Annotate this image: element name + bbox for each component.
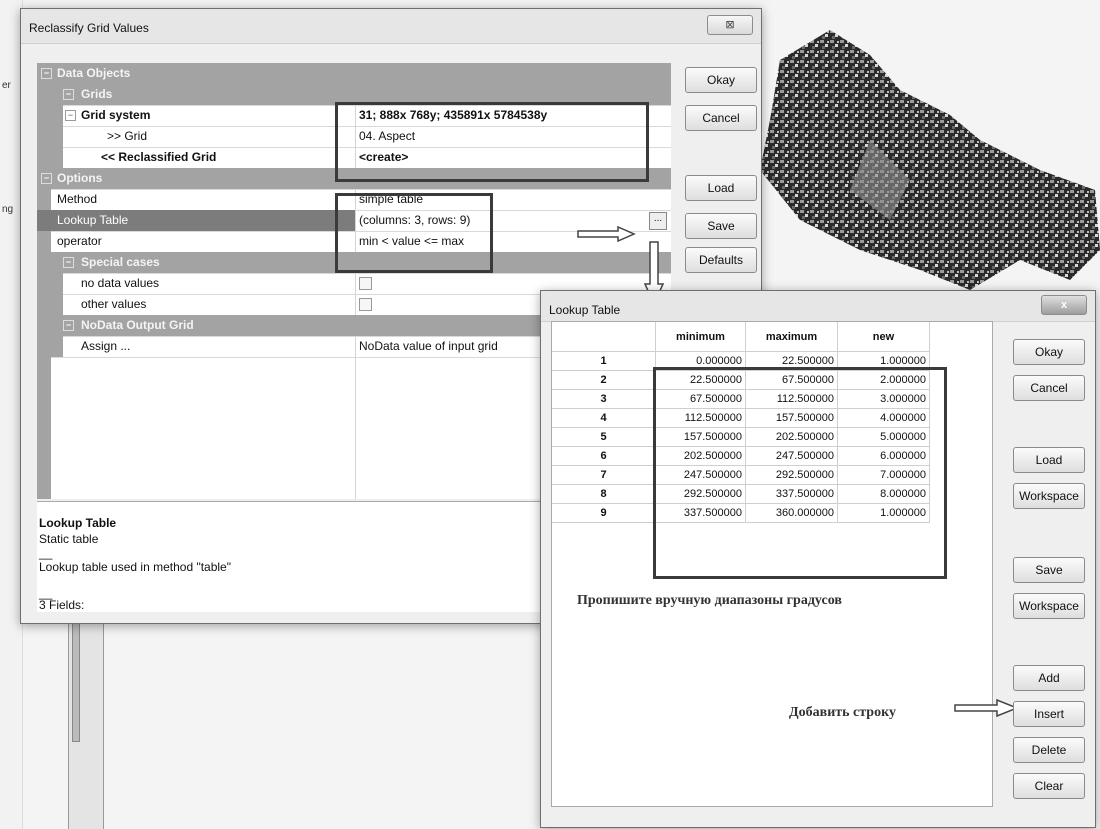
load-button[interactable]: Load xyxy=(685,175,757,201)
nodata-values-checkbox[interactable] xyxy=(359,277,372,290)
load-button[interactable]: Load xyxy=(1013,447,1085,473)
row-number[interactable]: 3 xyxy=(552,390,656,409)
column-header[interactable]: new xyxy=(838,322,930,352)
row-number[interactable]: 7 xyxy=(552,466,656,485)
row-number[interactable]: 6 xyxy=(552,447,656,466)
lookup-dialog-title: Lookup Table xyxy=(549,303,621,317)
row-number[interactable]: 2 xyxy=(552,371,656,390)
collapse-icon[interactable]: − xyxy=(63,89,74,100)
corner-header xyxy=(552,322,656,352)
description-title: Lookup Table xyxy=(39,516,117,530)
collapse-icon[interactable]: − xyxy=(41,68,52,79)
lookup-table-edit-button[interactable]: ... xyxy=(649,212,667,230)
collapse-icon[interactable]: − xyxy=(41,173,52,184)
background-scrollbar[interactable] xyxy=(68,600,104,829)
row-number[interactable]: 5 xyxy=(552,428,656,447)
close-icon[interactable]: ⊠ xyxy=(707,15,753,35)
column-header[interactable]: minimum xyxy=(656,322,746,352)
okay-button[interactable]: Okay xyxy=(685,67,757,93)
row-number[interactable]: 1 xyxy=(552,352,656,371)
dialog-titlebar: Reclassify Grid Values ⊠ xyxy=(21,9,761,44)
cancel-button[interactable]: Cancel xyxy=(685,105,757,131)
insert-row-button[interactable]: Insert xyxy=(1013,701,1085,727)
description-separator: __ xyxy=(39,546,53,560)
okay-button[interactable]: Okay xyxy=(1013,339,1085,365)
background-text-fragment: er xyxy=(2,80,11,91)
category-data-objects[interactable]: − Data Objects xyxy=(37,63,671,85)
row-number[interactable]: 8 xyxy=(552,485,656,504)
description-text: 3 Fields: xyxy=(39,598,85,612)
description-text: Lookup table used in method "table" xyxy=(39,560,231,574)
highlight-method-values xyxy=(335,193,493,273)
background-text-fragment: ng xyxy=(2,204,14,215)
row-number[interactable]: 4 xyxy=(552,409,656,428)
other-values-checkbox[interactable] xyxy=(359,298,372,311)
lookup-table-dialog: Lookup Table x minimum maximum new 1 0.00… xyxy=(540,290,1096,828)
add-row-button[interactable]: Add xyxy=(1013,665,1085,691)
save-button[interactable]: Save xyxy=(685,213,757,239)
highlight-grid-values xyxy=(335,102,649,182)
scroll-thumb[interactable] xyxy=(72,610,80,742)
arrow-right-icon xyxy=(577,226,636,242)
assign-value[interactable]: NoData value of input grid xyxy=(359,339,498,353)
close-icon[interactable]: x xyxy=(1041,295,1087,315)
cancel-button[interactable]: Cancel xyxy=(1013,375,1085,401)
dialog-title: Reclassify Grid Values xyxy=(29,21,149,35)
load-workspace-button[interactable]: Workspace xyxy=(1013,483,1085,509)
row-number[interactable]: 9 xyxy=(552,504,656,523)
collapse-icon[interactable]: − xyxy=(65,110,76,121)
save-button[interactable]: Save xyxy=(1013,557,1085,583)
highlight-table-values xyxy=(653,367,947,579)
arrow-right-icon xyxy=(954,698,1019,718)
annotation-ranges: Пропишите вручную диапазоны градусов xyxy=(577,593,842,608)
annotation-add-row: Добавить строку xyxy=(789,705,896,720)
delete-row-button[interactable]: Delete xyxy=(1013,737,1085,763)
defaults-button[interactable]: Defaults xyxy=(685,247,757,273)
column-header[interactable]: maximum xyxy=(746,322,838,352)
collapse-icon[interactable]: − xyxy=(63,320,74,331)
save-workspace-button[interactable]: Workspace xyxy=(1013,593,1085,619)
lookup-titlebar: Lookup Table x xyxy=(541,291,1095,322)
collapse-icon[interactable]: − xyxy=(63,257,74,268)
clear-button[interactable]: Clear xyxy=(1013,773,1085,799)
description-text: Static table xyxy=(39,532,99,546)
